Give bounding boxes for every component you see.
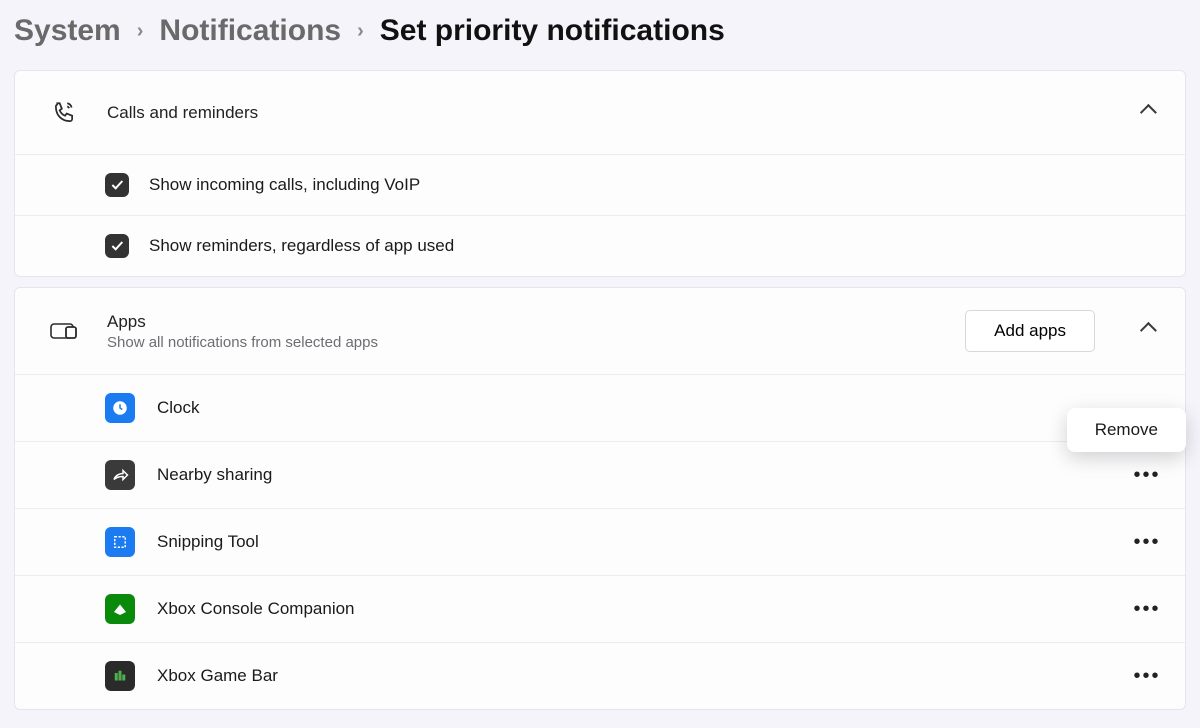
chevron-right-icon: › (357, 20, 364, 43)
show-incoming-calls-label: Show incoming calls, including VoIP (149, 175, 420, 195)
app-more-button[interactable]: ••• (1133, 595, 1161, 623)
apps-title: Apps (107, 312, 937, 332)
calls-reminders-title: Calls and reminders (107, 103, 1105, 123)
app-row: Snipping Tool ••• (15, 509, 1185, 576)
show-incoming-calls-row[interactable]: Show incoming calls, including VoIP (15, 155, 1185, 216)
app-name-label: Nearby sharing (157, 465, 1111, 485)
apps-subtitle: Show all notifications from selected app… (107, 334, 937, 351)
app-icon (105, 460, 135, 490)
more-icon: ••• (1133, 665, 1160, 688)
app-icon (105, 393, 135, 423)
page-title: Set priority notifications (380, 14, 725, 48)
chevron-right-icon: › (137, 20, 144, 43)
chevron-up-icon (1141, 322, 1153, 340)
app-name-label: Snipping Tool (157, 532, 1111, 552)
app-name-label: Xbox Game Bar (157, 666, 1111, 686)
breadcrumb: System › Notifications › Set priority no… (0, 0, 1200, 70)
chevron-up-icon (1141, 104, 1153, 122)
app-more-button[interactable]: ••• (1133, 662, 1161, 690)
more-icon: ••• (1133, 531, 1160, 554)
apps-icon (49, 321, 79, 341)
app-name-label: Xbox Console Companion (157, 599, 1111, 619)
app-icon (105, 527, 135, 557)
app-row: Clock (15, 375, 1185, 442)
breadcrumb-system[interactable]: System (14, 14, 121, 48)
show-reminders-label: Show reminders, regardless of app used (149, 236, 454, 256)
app-name-label: Clock (157, 398, 1161, 418)
app-row: Xbox Console Companion ••• (15, 576, 1185, 643)
calls-reminders-card: Calls and reminders Show incoming calls,… (14, 70, 1186, 277)
apps-header: Apps Show all notifications from selecte… (15, 288, 1185, 375)
show-incoming-calls-checkbox[interactable] (105, 173, 129, 197)
app-row: Xbox Game Bar ••• (15, 643, 1185, 709)
show-reminders-checkbox[interactable] (105, 234, 129, 258)
more-icon: ••• (1133, 598, 1160, 621)
apps-card: Apps Show all notifications from selecte… (14, 287, 1186, 710)
app-more-button[interactable]: ••• (1133, 461, 1161, 489)
collapse-apps-button[interactable] (1133, 322, 1161, 340)
app-icon (105, 594, 135, 624)
phone-icon (49, 100, 79, 126)
collapse-calls-button[interactable] (1133, 104, 1161, 122)
calls-reminders-header[interactable]: Calls and reminders (15, 71, 1185, 155)
show-reminders-row[interactable]: Show reminders, regardless of app used (15, 216, 1185, 276)
breadcrumb-notifications[interactable]: Notifications (159, 14, 341, 48)
app-row: Nearby sharing ••• (15, 442, 1185, 509)
app-icon (105, 661, 135, 691)
add-apps-button[interactable]: Add apps (965, 310, 1095, 352)
remove-menu-item[interactable]: Remove (1067, 408, 1186, 452)
more-icon: ••• (1133, 464, 1160, 487)
app-more-button[interactable]: ••• (1133, 528, 1161, 556)
